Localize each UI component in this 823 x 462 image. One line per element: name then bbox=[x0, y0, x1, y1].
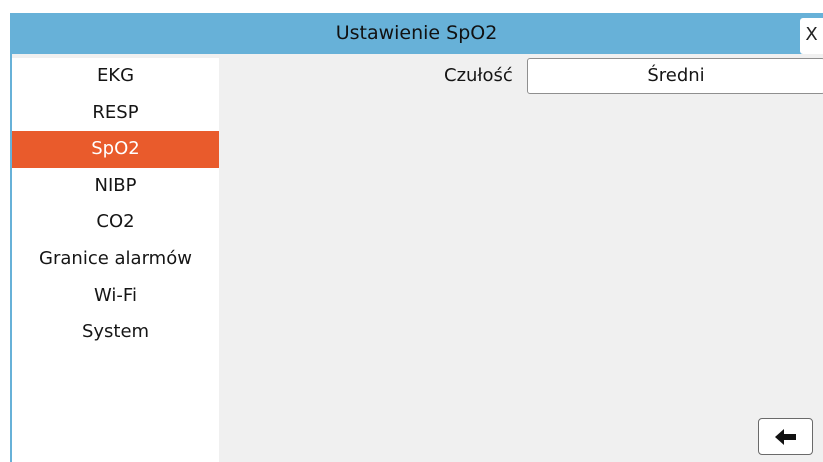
sensitivity-select[interactable]: Średni bbox=[527, 58, 823, 94]
dialog-title: Ustawienie SpO2 bbox=[335, 22, 498, 44]
back-button[interactable] bbox=[758, 418, 813, 455]
sidebar-item-wifi[interactable]: Wi-Fi bbox=[12, 278, 219, 315]
settings-body: EKG RESP SpO2 NIBP CO2 Granice alarmów W… bbox=[10, 54, 823, 462]
sidebar-menu: EKG RESP SpO2 NIBP CO2 Granice alarmów W… bbox=[12, 58, 219, 462]
sidebar-item-ekg[interactable]: EKG bbox=[12, 58, 219, 95]
sidebar-item-co2[interactable]: CO2 bbox=[12, 204, 219, 241]
sidebar-item-resp[interactable]: RESP bbox=[12, 95, 219, 132]
sensitivity-label: Czułość bbox=[444, 65, 513, 86]
sidebar-item-system[interactable]: System bbox=[12, 314, 219, 351]
sidebar-item-spo2[interactable]: SpO2 bbox=[12, 131, 219, 168]
spo2-settings-dialog: Ustawienie SpO2 X EKG RESP SpO2 NIBP CO2… bbox=[0, 0, 823, 462]
sidebar-item-alarm-limits[interactable]: Granice alarmów bbox=[12, 241, 219, 278]
arrow-left-icon bbox=[774, 428, 796, 445]
sidebar-item-nibp[interactable]: NIBP bbox=[12, 168, 219, 205]
close-button[interactable]: X bbox=[800, 18, 823, 54]
title-bar: Ustawienie SpO2 bbox=[10, 13, 823, 54]
